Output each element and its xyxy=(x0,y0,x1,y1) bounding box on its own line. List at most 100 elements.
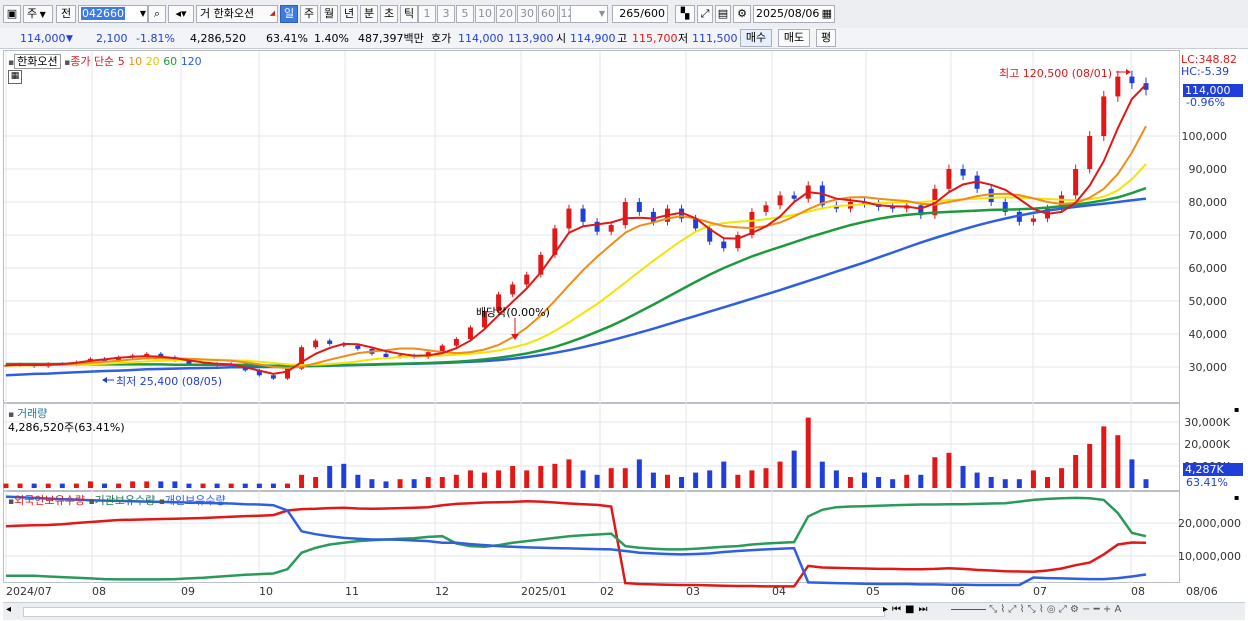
candle-body xyxy=(1087,136,1093,169)
playback-controls-icon[interactable]: ▸⏮■⏭ xyxy=(883,604,931,615)
volume-bar xyxy=(425,477,431,488)
volume-bar xyxy=(636,459,642,488)
volume-bar xyxy=(397,479,403,488)
volume-bar xyxy=(707,470,713,488)
volume-bar xyxy=(299,474,305,488)
holding-legend: ▪외국인보유수량 ▪기관보유수량 ▪개인보유수량 xyxy=(8,492,226,508)
candle-body xyxy=(721,241,727,249)
volume-bar xyxy=(679,477,685,488)
volume-bar xyxy=(102,483,108,488)
candle-body xyxy=(777,195,783,206)
price-tick-label: 40,000 xyxy=(1189,328,1228,341)
candle-body xyxy=(763,205,769,212)
volume-bar xyxy=(482,472,488,488)
volume-tick-label: 20,000K xyxy=(1184,438,1230,451)
volume-bar xyxy=(932,457,938,488)
ma5-line xyxy=(5,83,1147,375)
x-tick-label: 12 xyxy=(435,585,449,598)
volume-bar xyxy=(566,459,572,488)
stock-chart[interactable]: 100,000 90,000 80,000 70,000 60,000 50,000 40,… xyxy=(0,0,1248,621)
volume-bar xyxy=(510,466,516,488)
chart-scrollbar[interactable]: ◂ ▸⏮■⏭ ⎯⎯⎯⎯⎯⎯⎯ ⤡ ⌇ ⤢ ⌇ ⤡ ⌇ ◎ ⤢ ⚙ − ━ + A xyxy=(3,602,1245,620)
candle-body xyxy=(1030,218,1036,222)
legend-close[interactable]: 종가 단순 xyxy=(70,55,114,68)
legend-stock[interactable]: 한화오션 xyxy=(14,54,61,69)
volume-bar xyxy=(383,481,389,488)
x-tick-label: 07 xyxy=(1033,585,1047,598)
volume-bar xyxy=(763,468,769,488)
volume-bar xyxy=(186,483,192,488)
legend-ma5: 5 xyxy=(117,55,125,68)
volume-bar xyxy=(59,483,65,488)
volume-bar xyxy=(538,466,544,488)
candle-body xyxy=(636,202,642,212)
candle-body xyxy=(383,353,389,358)
x-tick-label: 2025/01 xyxy=(521,585,567,598)
volume-bar xyxy=(1059,468,1065,488)
price-tick-label: 80,000 xyxy=(1189,196,1228,209)
legend-ma10: 10 xyxy=(128,55,143,68)
table-icon[interactable]: ▦ xyxy=(8,70,22,84)
scroll-track[interactable] xyxy=(23,607,885,617)
volume-bar xyxy=(1143,479,1149,488)
volume-value: 4,286,520주(63.41%) xyxy=(8,421,125,434)
volume-bar xyxy=(777,461,783,488)
candle-body xyxy=(791,195,797,199)
candle-body xyxy=(1115,76,1121,97)
x-tick-label: 03 xyxy=(686,585,700,598)
price-legend: ▪ 한화오션 ▪종가 단순 5 10 20 60 120 xyxy=(8,53,202,69)
volume-bar xyxy=(1002,479,1008,488)
x-axis-right-label: 08/06 xyxy=(1186,585,1218,598)
volume-bar xyxy=(467,470,473,488)
volume-bar xyxy=(369,479,375,488)
volume-bar xyxy=(1115,435,1121,488)
volume-bar xyxy=(988,477,994,488)
candle-body xyxy=(510,284,516,295)
volume-bar xyxy=(862,472,868,488)
legend-ma120: 120 xyxy=(180,55,202,68)
legend-ma20: 20 xyxy=(145,55,160,68)
price-tick-label: 70,000 xyxy=(1189,229,1228,242)
volume-bar xyxy=(411,479,417,488)
dividend-annotation: 배당락(0.00%) xyxy=(476,306,550,319)
candle-body xyxy=(580,208,586,222)
volume-bar xyxy=(805,417,811,488)
volume-bar xyxy=(622,468,628,488)
legend-foreign[interactable]: 외국인보유수량 xyxy=(14,494,85,507)
low-arrow-head xyxy=(102,377,107,383)
legend-indiv[interactable]: 개인보유수량 xyxy=(165,494,226,507)
x-tick-label: 11 xyxy=(345,585,359,598)
volume-bar xyxy=(1016,479,1022,488)
indiv-holding-line xyxy=(5,495,1147,587)
volume-bar xyxy=(1030,470,1036,488)
volume-bar xyxy=(313,477,319,488)
volume-bar xyxy=(946,452,952,488)
current-change-label: -0.96% xyxy=(1186,96,1225,109)
panel-close-icon[interactable]: ▪ xyxy=(1234,405,1239,414)
volume-bar xyxy=(1101,426,1107,488)
current-volume-tag: 4,287K xyxy=(1183,463,1243,476)
ma10-line xyxy=(5,125,1147,370)
zoom-slider-icon[interactable]: ⎯⎯⎯⎯⎯⎯⎯ ⤡ ⌇ ⤢ ⌇ ⤡ ⌇ ◎ ⤢ ⚙ − ━ + A xyxy=(951,604,1121,615)
x-tick-label: 04 xyxy=(772,585,786,598)
volume-bar xyxy=(73,483,79,488)
volume-bar xyxy=(721,461,727,488)
candle-body xyxy=(1101,96,1107,136)
volume-bar xyxy=(172,481,178,488)
hc-label: HC:-5.39 xyxy=(1181,65,1230,78)
volume-bar xyxy=(594,474,600,488)
scroll-left-icon[interactable]: ◂ xyxy=(6,604,11,615)
volume-bar xyxy=(116,483,122,488)
volume-bar xyxy=(580,470,586,488)
price-tick-label: 60,000 xyxy=(1189,262,1228,275)
panel-close-icon[interactable]: ▪ xyxy=(1234,493,1239,502)
candle-body xyxy=(453,338,459,346)
x-tick-label: 08 xyxy=(92,585,106,598)
volume-bar xyxy=(45,483,51,488)
candle-body xyxy=(608,225,614,232)
volume-bar xyxy=(327,466,333,488)
volume-bar xyxy=(256,483,262,488)
price-tick-label: 30,000 xyxy=(1189,361,1228,374)
candle-body xyxy=(1073,169,1079,196)
legend-inst[interactable]: 기관보유수량 xyxy=(95,494,156,507)
